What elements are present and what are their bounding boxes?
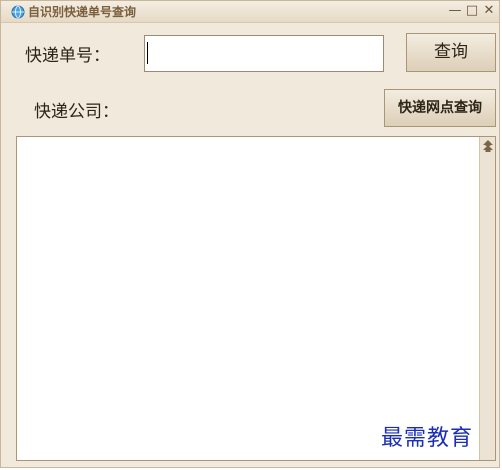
- tracking-number-label: 快递单号：: [25, 46, 110, 66]
- vertical-scrollbar[interactable]: [479, 137, 495, 460]
- globe-icon: [11, 5, 25, 19]
- result-text-area[interactable]: [16, 136, 496, 461]
- query-button[interactable]: 查询: [406, 33, 496, 72]
- maximize-button[interactable]: □: [464, 3, 480, 19]
- courier-company-label: 快递公司：: [34, 102, 119, 122]
- close-button[interactable]: ✕: [481, 3, 497, 19]
- window-title: 自识别快递单号查询: [28, 5, 137, 19]
- text-caret: [147, 42, 148, 64]
- minimize-button[interactable]: —: [447, 3, 463, 19]
- double-up-arrow-icon[interactable]: [481, 138, 495, 154]
- outlet-query-button[interactable]: 快递网点查询: [384, 89, 496, 127]
- title-bar[interactable]: 自识别快递单号查询 — □ ✕: [1, 1, 499, 23]
- tracking-number-input[interactable]: [144, 35, 384, 72]
- app-window: 自识别快递单号查询 — □ ✕ 快递单号： 查询 快递公司： 快递网点查询 最需…: [0, 0, 500, 468]
- watermark-text: 最需教育: [381, 426, 474, 451]
